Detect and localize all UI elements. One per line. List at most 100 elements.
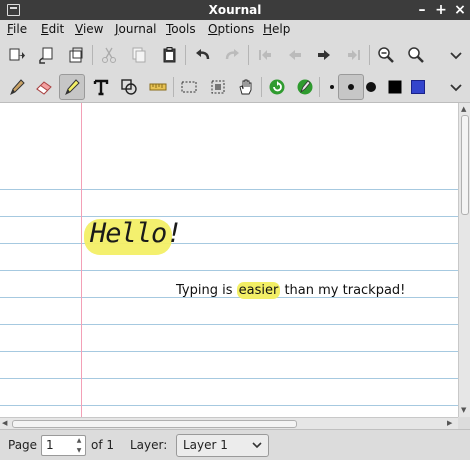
thick-dot-icon <box>366 82 376 92</box>
menu-edit[interactable]: Edit <box>41 22 64 36</box>
horizontal-scrollbar[interactable]: ◀ ▶ <box>0 417 458 429</box>
toolbar-separator <box>261 77 262 97</box>
zoom-out-button[interactable] <box>373 42 399 68</box>
highlighter-tool-button[interactable] <box>59 74 85 100</box>
new-page-icon <box>39 47 53 64</box>
ruled-line <box>0 405 458 406</box>
menu-edit-mnemonic: E <box>41 22 49 36</box>
default-tool-button[interactable] <box>264 74 290 100</box>
menu-journal-label: ournal <box>118 22 157 36</box>
ruled-line <box>0 378 458 379</box>
menu-help[interactable]: Help <box>263 22 290 36</box>
vertical-scroll-thumb[interactable] <box>461 115 469 215</box>
paste-button[interactable] <box>157 42 183 68</box>
shapes-icon <box>121 79 137 95</box>
undo-button[interactable] <box>189 42 215 68</box>
new-page-button[interactable] <box>33 42 59 68</box>
title-bar: Xournal – + × <box>0 0 470 20</box>
zoom-button[interactable] <box>403 42 429 68</box>
scroll-up-icon[interactable]: ▲ <box>461 105 466 113</box>
text-tool-button[interactable] <box>88 74 114 100</box>
save-button[interactable] <box>4 42 30 68</box>
cut-button[interactable] <box>96 42 122 68</box>
tools-toolbar <box>0 71 470 103</box>
tool-settings-icon <box>297 79 313 95</box>
minimize-button[interactable]: – <box>414 1 430 19</box>
toolbar-overflow-button[interactable] <box>443 42 469 68</box>
typed-text-start: Typing is <box>176 283 237 298</box>
eraser-icon <box>36 81 52 95</box>
redo-button[interactable] <box>220 42 246 68</box>
page-number-spinner[interactable]: 1 ▲ ▼ <box>41 435 86 456</box>
next-page-button[interactable] <box>311 42 337 68</box>
zoom-icon <box>408 47 424 63</box>
menu-view-mnemonic: V <box>75 22 83 36</box>
first-page-button[interactable] <box>252 42 278 68</box>
page-label: Page <box>8 438 38 452</box>
ruler-icon <box>149 83 167 91</box>
select-rectangle-button[interactable] <box>176 74 202 100</box>
horizontal-scroll-thumb[interactable] <box>12 420 297 428</box>
maximize-button[interactable]: + <box>433 1 449 19</box>
open-icon <box>69 47 83 63</box>
pen-icon <box>10 79 25 96</box>
toolbar-separator <box>173 77 174 97</box>
ruled-line <box>0 351 458 352</box>
menu-tools-label: ools <box>171 22 196 36</box>
menu-file-label: ile <box>13 22 28 36</box>
tool-settings-button[interactable] <box>292 74 318 100</box>
hand-icon <box>239 79 252 95</box>
spin-down-icon[interactable]: ▼ <box>74 446 84 455</box>
close-button[interactable]: × <box>452 1 468 19</box>
layer-select-value: Layer 1 <box>183 438 228 452</box>
ruled-line <box>0 216 458 217</box>
thick-thickness-button[interactable] <box>358 74 384 100</box>
pen-tool-button[interactable] <box>4 74 30 100</box>
chevron-down-icon <box>450 84 462 92</box>
page-number-value[interactable]: 1 <box>46 438 54 452</box>
menu-options[interactable]: Options <box>208 22 254 36</box>
text-icon <box>93 79 109 96</box>
toolbar-separator <box>92 45 93 65</box>
typed-text[interactable]: Typing is easier than my trackpad! <box>176 282 405 299</box>
copy-button[interactable] <box>126 42 152 68</box>
previous-page-button[interactable] <box>282 42 308 68</box>
vertical-scrollbar[interactable]: ▲ ▼ <box>458 103 470 417</box>
last-page-button[interactable] <box>341 42 367 68</box>
shapes-tool-button[interactable] <box>116 74 142 100</box>
scroll-right-icon[interactable]: ▶ <box>447 419 452 427</box>
copy-icon <box>132 47 146 63</box>
ruled-line <box>0 243 458 244</box>
cut-icon <box>102 47 116 63</box>
scroll-down-icon[interactable]: ▼ <box>461 406 466 414</box>
select-rectangle-icon <box>181 81 197 93</box>
scrollbar-corner <box>458 417 470 429</box>
toolbar-overflow-button[interactable] <box>443 74 469 100</box>
eraser-tool-button[interactable] <box>31 74 57 100</box>
menu-file[interactable]: File <box>7 22 27 36</box>
ruler-tool-button[interactable] <box>145 74 171 100</box>
ruled-line <box>0 189 458 190</box>
blue-color-icon <box>411 80 425 94</box>
select-region-icon <box>211 80 225 94</box>
menu-journal[interactable]: Journal <box>115 22 157 36</box>
menu-tools[interactable]: Tools <box>166 22 196 36</box>
first-page-icon <box>259 50 271 60</box>
last-page-icon <box>348 50 360 60</box>
menu-view-label: iew <box>82 22 104 36</box>
previous-page-icon <box>289 50 301 60</box>
menu-view[interactable]: View <box>75 22 103 36</box>
open-button[interactable] <box>63 42 89 68</box>
spin-up-icon[interactable]: ▲ <box>74 436 84 445</box>
select-region-button[interactable] <box>205 74 231 100</box>
blue-color-button[interactable] <box>405 74 431 100</box>
page-canvas[interactable]: Hello! Typing is easier than my trackpad… <box>0 103 458 417</box>
toolbar-separator <box>185 45 186 65</box>
hand-tool-button[interactable] <box>233 74 259 100</box>
menu-options-label: ptions <box>217 22 255 36</box>
next-page-icon <box>318 50 330 60</box>
handwritten-text[interactable]: Hello! <box>90 218 183 249</box>
menu-bar: File Edit View Journal Tools Options Hel… <box>0 20 470 39</box>
layer-select[interactable]: Layer 1 <box>176 434 269 457</box>
scroll-left-icon[interactable]: ◀ <box>2 419 7 427</box>
